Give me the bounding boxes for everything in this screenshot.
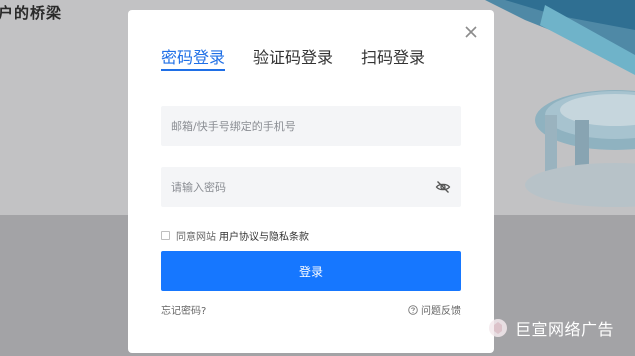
eye-off-icon[interactable] xyxy=(435,179,451,195)
close-icon[interactable] xyxy=(464,25,478,39)
watermark-text: 巨宣网络广告 xyxy=(515,320,615,339)
feedback-link[interactable]: 问题反馈 xyxy=(408,302,461,317)
tab-password-login[interactable]: 密码登录 xyxy=(161,47,226,71)
login-dialog: 密码登录 验证码登录 扫码登录 同意网站 用户协议与隐私条款 登录 忘记密码? … xyxy=(128,10,494,353)
phone-input[interactable] xyxy=(161,106,461,146)
phone-field-wrapper xyxy=(161,106,461,146)
feedback-label: 问题反馈 xyxy=(421,306,461,317)
agreement-checkbox[interactable] xyxy=(161,231,170,240)
background-heading: 户的桥梁 xyxy=(0,4,63,22)
watermark: 巨宣网络广告 xyxy=(487,316,614,340)
agreement-row: 同意网站 用户协议与隐私条款 xyxy=(161,228,309,243)
tab-qrcode-login[interactable]: 扫码登录 xyxy=(361,47,425,71)
forgot-password-link[interactable]: 忘记密码? xyxy=(161,302,206,317)
login-tabs: 密码登录 验证码登录 扫码登录 xyxy=(161,47,425,71)
background-illustration xyxy=(485,0,635,215)
password-input[interactable] xyxy=(161,167,461,207)
agreement-link[interactable]: 用户协议与隐私条款 xyxy=(219,228,309,243)
watermark-logo-icon xyxy=(489,319,507,337)
password-field-wrapper xyxy=(161,167,461,207)
tab-code-login[interactable]: 验证码登录 xyxy=(253,47,333,71)
help-circle-icon xyxy=(408,304,418,315)
agreement-prefix: 同意网站 xyxy=(176,232,216,243)
login-button[interactable]: 登录 xyxy=(161,251,461,291)
